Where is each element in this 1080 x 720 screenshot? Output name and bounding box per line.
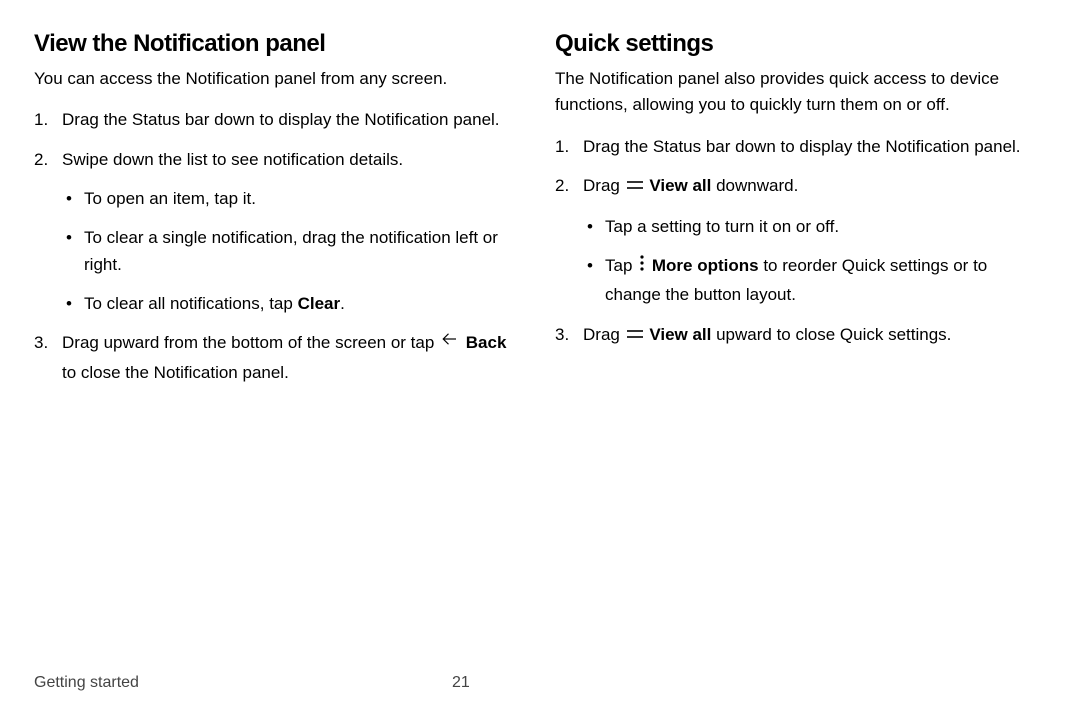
left-step-3-bold: Back [466, 334, 507, 353]
right-step-3: Drag View all upward to close Quick sett… [555, 321, 1046, 350]
right-step-2-pre: Drag [583, 176, 625, 195]
view-all-icon [627, 321, 643, 348]
right-step-2-post: downward. [711, 176, 798, 195]
back-arrow-icon [441, 329, 459, 356]
left-sub-3-post: . [340, 294, 345, 313]
left-sub-1: To open an item, tap it. [62, 185, 525, 212]
left-step-3: Drag upward from the bottom of the scree… [34, 329, 525, 385]
right-steps: Drag the Status bar down to display the … [555, 133, 1046, 350]
right-intro: The Notification panel also provides qui… [555, 66, 1046, 119]
left-step-3-post: to close the Notification panel. [62, 363, 289, 382]
footer-section: Getting started [34, 674, 139, 691]
right-sub-2: Tap More options to reorder Quick settin… [583, 252, 1046, 308]
left-substeps: To open an item, tap it. To clear a sing… [62, 185, 525, 318]
left-sub-3: To clear all notifications, tap Clear. [62, 290, 525, 317]
right-sub-2-pre: Tap [605, 256, 637, 275]
right-step-3-bold: View all [649, 325, 711, 344]
left-step-2: Swipe down the list to see notification … [34, 146, 525, 318]
left-intro: You can access the Notification panel fr… [34, 66, 525, 92]
left-sub-2: To clear a single notification, drag the… [62, 224, 525, 278]
right-heading: Quick settings [555, 30, 1046, 58]
left-sub-3-pre: To clear all notifications, tap [84, 294, 298, 313]
left-step-3-pre: Drag upward from the bottom of the scree… [62, 334, 439, 353]
right-step-3-post: upward to close Quick settings. [711, 325, 951, 344]
left-heading: View the Notification panel [34, 30, 525, 58]
right-column: Quick settings The Notification panel al… [555, 30, 1046, 398]
more-options-icon [639, 252, 645, 279]
right-step-3-pre: Drag [583, 325, 625, 344]
right-step-1: Drag the Status bar down to display the … [555, 133, 1046, 160]
right-sub-2-bold: More options [652, 256, 759, 275]
page-footer: Getting started 21 [34, 674, 1046, 692]
right-step-2-bold: View all [649, 176, 711, 195]
left-column: View the Notification panel You can acce… [34, 30, 525, 398]
footer-page-number: 21 [452, 674, 470, 692]
right-substeps: Tap a setting to turn it on or off. Tap … [583, 213, 1046, 309]
right-step-2: Drag View all downward. Tap a setting to… [555, 172, 1046, 309]
view-all-icon [627, 172, 643, 199]
left-sub-3-bold: Clear [298, 294, 341, 313]
right-sub-1: Tap a setting to turn it on or off. [583, 213, 1046, 240]
left-step-1: Drag the Status bar down to display the … [34, 106, 525, 133]
left-step-2-text: Swipe down the list to see notification … [62, 150, 403, 169]
left-steps: Drag the Status bar down to display the … [34, 106, 525, 386]
